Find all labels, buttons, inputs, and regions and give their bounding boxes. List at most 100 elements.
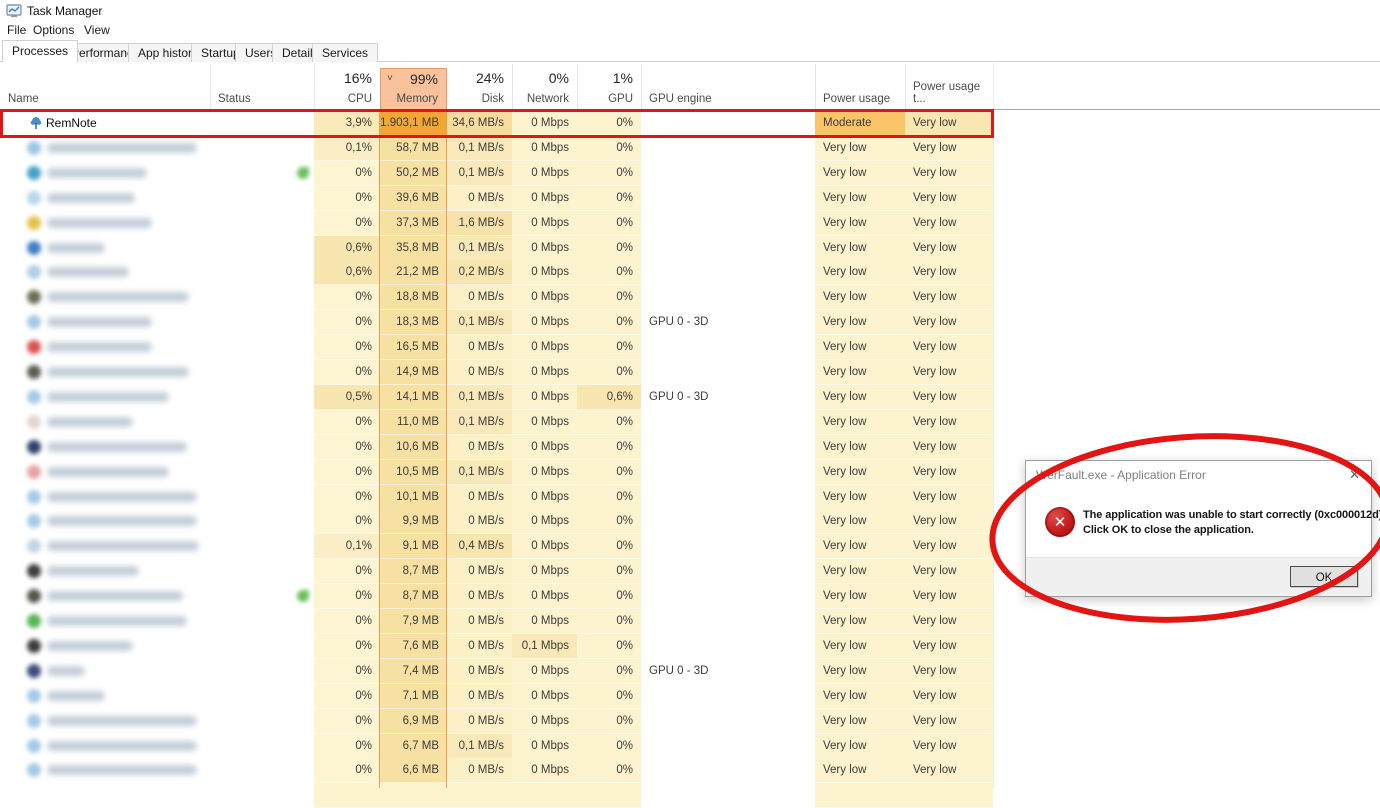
cell-memory: 37,3 MB bbox=[380, 211, 447, 236]
process-row[interactable]: 0%50,2 MB0,1 MB/s0 Mbps0%Very lowVery lo… bbox=[0, 161, 993, 186]
cell-disk: 0 MB/s bbox=[447, 435, 512, 460]
process-name-redacted bbox=[47, 367, 189, 377]
cell-gpu: 0% bbox=[577, 211, 641, 236]
process-row[interactable]: 0%10,6 MB0 MB/s0 Mbps0%Very lowVery low bbox=[0, 435, 993, 460]
process-name-cell bbox=[0, 211, 314, 236]
process-row[interactable]: 0%18,8 MB0 MB/s0 Mbps0%Very lowVery low bbox=[0, 285, 993, 310]
cell-gpu: 0% bbox=[577, 310, 641, 335]
menu-file[interactable]: File bbox=[7, 23, 26, 37]
close-icon[interactable]: ✕ bbox=[1349, 467, 1360, 483]
cell-power_trend: Very low bbox=[905, 709, 993, 734]
menu-options[interactable]: Options bbox=[33, 23, 74, 37]
process-row[interactable]: 0%37,3 MB1,6 MB/s0 Mbps0%Very lowVery lo… bbox=[0, 211, 993, 236]
cell-gpu_engine bbox=[641, 783, 815, 808]
tab-processes[interactable]: Processes bbox=[2, 40, 78, 63]
process-row[interactable]: 0%7,9 MB0 MB/s0 Mbps0%Very lowVery low bbox=[0, 609, 993, 634]
cell-gpu_engine bbox=[641, 734, 815, 759]
process-row[interactable]: 0%18,3 MB0,1 MB/s0 Mbps0%GPU 0 - 3DVery … bbox=[0, 310, 993, 335]
dialog-titlebar[interactable]: WerFault.exe - Application Error ✕ bbox=[1026, 461, 1371, 487]
cell-memory: 10,6 MB bbox=[380, 435, 447, 460]
process-row[interactable]: 0,6%35,8 MB0,1 MB/s0 Mbps0%Very lowVery … bbox=[0, 236, 993, 261]
cell-power_trend: Very low bbox=[905, 360, 993, 385]
process-row[interactable]: 0%10,1 MB0 MB/s0 Mbps0%Very lowVery low bbox=[0, 485, 993, 510]
window-titlebar[interactable]: Task Manager bbox=[0, 0, 1380, 20]
process-row[interactable]: 0%9,9 MB0 MB/s0 Mbps0%Very lowVery low bbox=[0, 509, 993, 534]
col-header-disk[interactable]: 24%Disk bbox=[447, 62, 512, 110]
process-row[interactable]: 0%39,6 MB0 MB/s0 Mbps0%Very lowVery low bbox=[0, 186, 993, 211]
process-row[interactable]: 0,1%9,1 MB0,4 MB/s0 Mbps0%Very lowVery l… bbox=[0, 534, 993, 559]
cell-gpu: 0% bbox=[577, 460, 641, 485]
col-header-gpu[interactable]: 1%GPU bbox=[577, 62, 641, 110]
process-row[interactable]: 0%6,6 MB0 MB/s0 Mbps0%Very lowVery low bbox=[0, 758, 993, 783]
cell-cpu: 0,6% bbox=[314, 236, 380, 261]
col-header-power-usage[interactable]: Power usage bbox=[815, 62, 905, 110]
cell-gpu: 0% bbox=[577, 335, 641, 360]
cell-network: 0 Mbps bbox=[512, 758, 577, 783]
process-row[interactable]: 0%14,9 MB0 MB/s0 Mbps0%Very lowVery low bbox=[0, 360, 993, 385]
process-row[interactable]: 0%11,0 MB0,1 MB/s0 Mbps0%Very lowVery lo… bbox=[0, 410, 993, 435]
process-row[interactable]: 0%8,7 MB0 MB/s0 Mbps0%Very lowVery low bbox=[0, 559, 993, 584]
process-icon-redacted bbox=[27, 465, 41, 479]
process-name-cell bbox=[0, 758, 314, 783]
process-row[interactable]: 0%16,5 MB0 MB/s0 Mbps0%Very lowVery low bbox=[0, 335, 993, 360]
process-row[interactable]: 0,1%58,7 MB0,1 MB/s0 Mbps0%Very lowVery … bbox=[0, 136, 993, 161]
cell-disk: 0 MB/s bbox=[447, 360, 512, 385]
process-name-redacted bbox=[47, 267, 129, 277]
cell-power: Very low bbox=[815, 559, 905, 584]
process-row[interactable]: 0%7,6 MB0 MB/s0,1 Mbps0%Very lowVery low bbox=[0, 634, 993, 659]
cell-gpu_engine bbox=[641, 609, 815, 634]
col-header-status[interactable]: Status bbox=[210, 62, 314, 110]
process-row[interactable] bbox=[0, 783, 993, 808]
col-header-cpu[interactable]: 16%CPU bbox=[314, 62, 380, 110]
menu-view[interactable]: View bbox=[84, 23, 110, 37]
process-row[interactable]: 0%6,7 MB0,1 MB/s0 Mbps0%Very lowVery low bbox=[0, 734, 993, 759]
process-row[interactable]: 0%7,1 MB0 MB/s0 Mbps0%Very lowVery low bbox=[0, 684, 993, 709]
cell-cpu: 0% bbox=[314, 734, 380, 759]
process-icon-redacted bbox=[27, 564, 41, 578]
tab-services[interactable]: Services bbox=[312, 43, 378, 62]
process-icon-redacted bbox=[27, 514, 41, 528]
process-icon-redacted bbox=[27, 141, 41, 155]
cell-memory: 18,8 MB bbox=[380, 285, 447, 310]
col-header-power-usage-trend[interactable]: Power usage t... bbox=[905, 62, 993, 110]
cell-gpu: 0,6% bbox=[577, 385, 641, 410]
process-name-cell bbox=[0, 534, 314, 559]
col-header-gpu-engine[interactable]: GPU engine bbox=[641, 62, 815, 110]
cell-power_trend: Very low bbox=[905, 734, 993, 759]
process-name-cell bbox=[0, 136, 314, 161]
cell-power_trend: Very low bbox=[905, 335, 993, 360]
cell-memory: 35,8 MB bbox=[380, 236, 447, 261]
process-row[interactable]: 0%8,7 MB0 MB/s0 Mbps0%Very lowVery low bbox=[0, 584, 993, 609]
process-row[interactable]: 0,6%21,2 MB0,2 MB/s0 Mbps0%Very lowVery … bbox=[0, 260, 993, 285]
cell-power_trend: Very low bbox=[905, 136, 993, 161]
tab-bar: Processes Performance App history Startu… bbox=[0, 40, 1380, 62]
process-icon-redacted bbox=[27, 241, 41, 255]
cell-gpu_engine: GPU 0 - 3D bbox=[641, 659, 815, 684]
cell-network: 0 Mbps bbox=[512, 236, 577, 261]
cell-network: 0 Mbps bbox=[512, 335, 577, 360]
cell-power_trend: Very low bbox=[905, 310, 993, 335]
cell-memory: 8,7 MB bbox=[380, 584, 447, 609]
ok-button[interactable]: OK bbox=[1290, 566, 1358, 587]
process-table-body: RemNote3,9%1.903,1 MB34,6 MB/s0 Mbps0%Mo… bbox=[0, 111, 993, 788]
cell-memory: 11,0 MB bbox=[380, 410, 447, 435]
cell-gpu_engine bbox=[641, 285, 815, 310]
process-row[interactable]: 0%6,9 MB0 MB/s0 Mbps0%Very lowVery low bbox=[0, 709, 993, 734]
process-row[interactable]: 0%7,4 MB0 MB/s0 Mbps0%GPU 0 - 3DVery low… bbox=[0, 659, 993, 684]
cell-memory: 10,1 MB bbox=[380, 485, 447, 510]
cell-power_trend: Very low bbox=[905, 485, 993, 510]
process-row[interactable]: 0%10,5 MB0,1 MB/s0 Mbps0%Very lowVery lo… bbox=[0, 460, 993, 485]
column-header-row: Name Status 16%CPU ˅ 99% Memory 24%Disk … bbox=[0, 62, 1380, 110]
col-header-network[interactable]: 0%Network bbox=[512, 62, 577, 110]
cell-power: Very low bbox=[815, 186, 905, 211]
process-name-redacted bbox=[47, 492, 197, 502]
col-header-memory-sorted[interactable]: ˅ 99% Memory bbox=[380, 68, 447, 110]
cell-network: 0 Mbps bbox=[512, 509, 577, 534]
process-name-cell bbox=[0, 285, 314, 310]
cell-memory: 9,9 MB bbox=[380, 509, 447, 534]
process-icon-redacted bbox=[27, 739, 41, 753]
process-icon-redacted bbox=[27, 714, 41, 728]
col-header-name[interactable]: Name bbox=[0, 62, 210, 110]
process-row[interactable]: 0,5%14,1 MB0,1 MB/s0 Mbps0,6%GPU 0 - 3DV… bbox=[0, 385, 993, 410]
cell-gpu_engine bbox=[641, 236, 815, 261]
